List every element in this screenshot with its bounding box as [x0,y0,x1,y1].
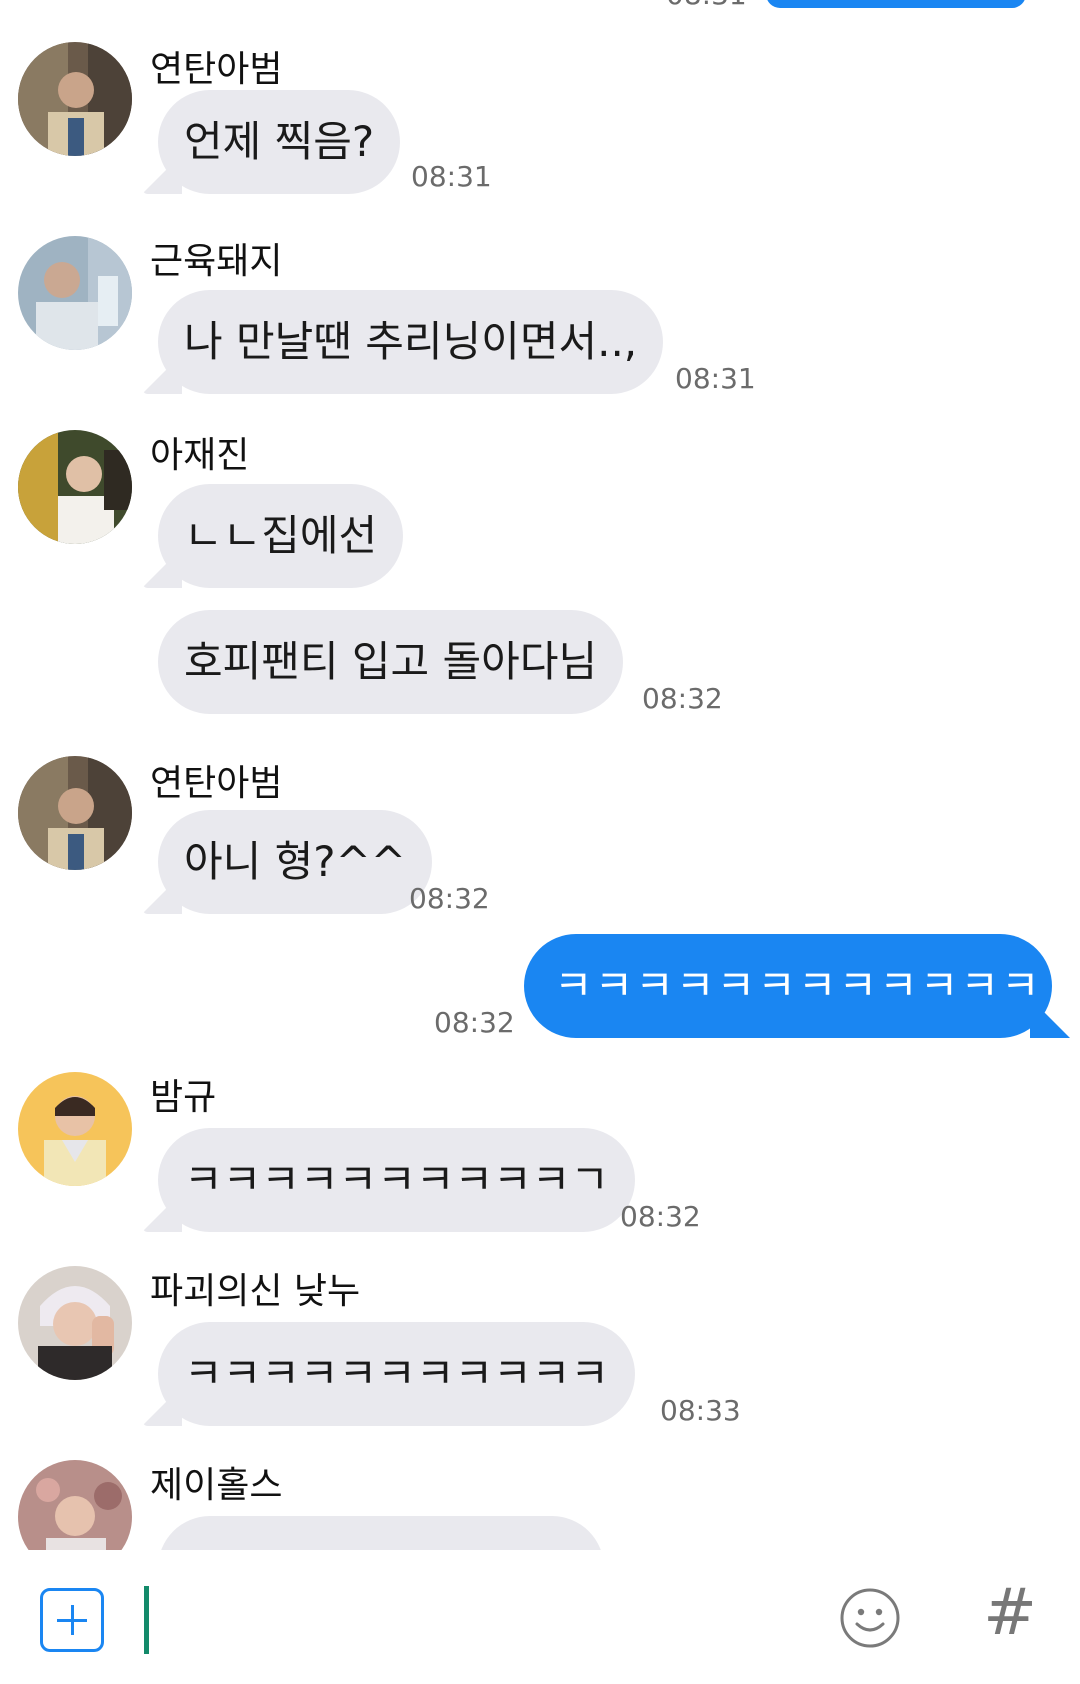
outgoing-bubble-partial[interactable] [766,0,1026,8]
avatar[interactable] [18,42,132,156]
sender-name: 파괴의신 낮누 [150,1271,361,1312]
message-time: 08:31 [666,0,747,11]
message-bubble[interactable]: 나 만날땐 추리닝이면서.., [158,290,664,394]
top-partial-row: 08:31 [0,0,1080,12]
sender-name: 연탄아범 [150,763,283,804]
message-time: 08:32 [620,1200,701,1233]
message-bubble[interactable]: ㅋㅋㅋㅋㅋㅋㅋㅋㅋㅋㄱ [158,1128,636,1232]
sender-name: 근육돼지 [150,241,283,282]
avatar[interactable] [18,1072,132,1186]
message-bubble[interactable]: ㄴㄴ집에선 [158,484,404,588]
avatar[interactable] [18,1460,132,1550]
message-bubble[interactable]: 호피팬티 입고 돌아다님 [158,610,624,714]
message-bubble[interactable]: ㅋㅋㅋㅋㅋㅋㅋㅋㅋㅋㅋ [158,1322,636,1426]
avatar[interactable] [18,1266,132,1380]
text-cursor [144,1586,149,1654]
message-time: 08:32 [642,682,723,715]
message-input-bar: # [0,1550,1080,1684]
avatar[interactable] [18,236,132,350]
sender-name: 제이홀스 [150,1465,283,1506]
avatar[interactable] [18,756,132,870]
avatar[interactable] [18,430,132,544]
message-time: 08:32 [434,1006,515,1039]
sender-name: 연탄아범 [150,49,283,90]
chat-area[interactable]: 08:31 연탄아범 언제 찍음? 08:31 [0,0,1080,1550]
outgoing-bubble[interactable]: ㅋㅋㅋㅋㅋㅋㅋㅋㅋㅋㅋㅋ [524,934,1052,1038]
plus-square-icon[interactable] [40,1588,104,1652]
message-bubble[interactable]: 아니 형?^^ [158,810,432,914]
sender-name: 아재진 [150,435,250,476]
message-time: 08:31 [675,362,756,395]
message-bubble-partial[interactable] [158,1516,604,1550]
message-time: 08:32 [409,882,490,915]
message-bubble[interactable]: 언제 찍음? [158,90,401,194]
message-input[interactable] [156,1580,800,1662]
message-time: 08:31 [411,160,492,193]
message-time: 08:33 [660,1394,741,1427]
hashtag-icon[interactable]: # [980,1578,1040,1648]
sender-name: 밤규 [150,1077,217,1118]
smiley-icon[interactable] [838,1586,902,1650]
